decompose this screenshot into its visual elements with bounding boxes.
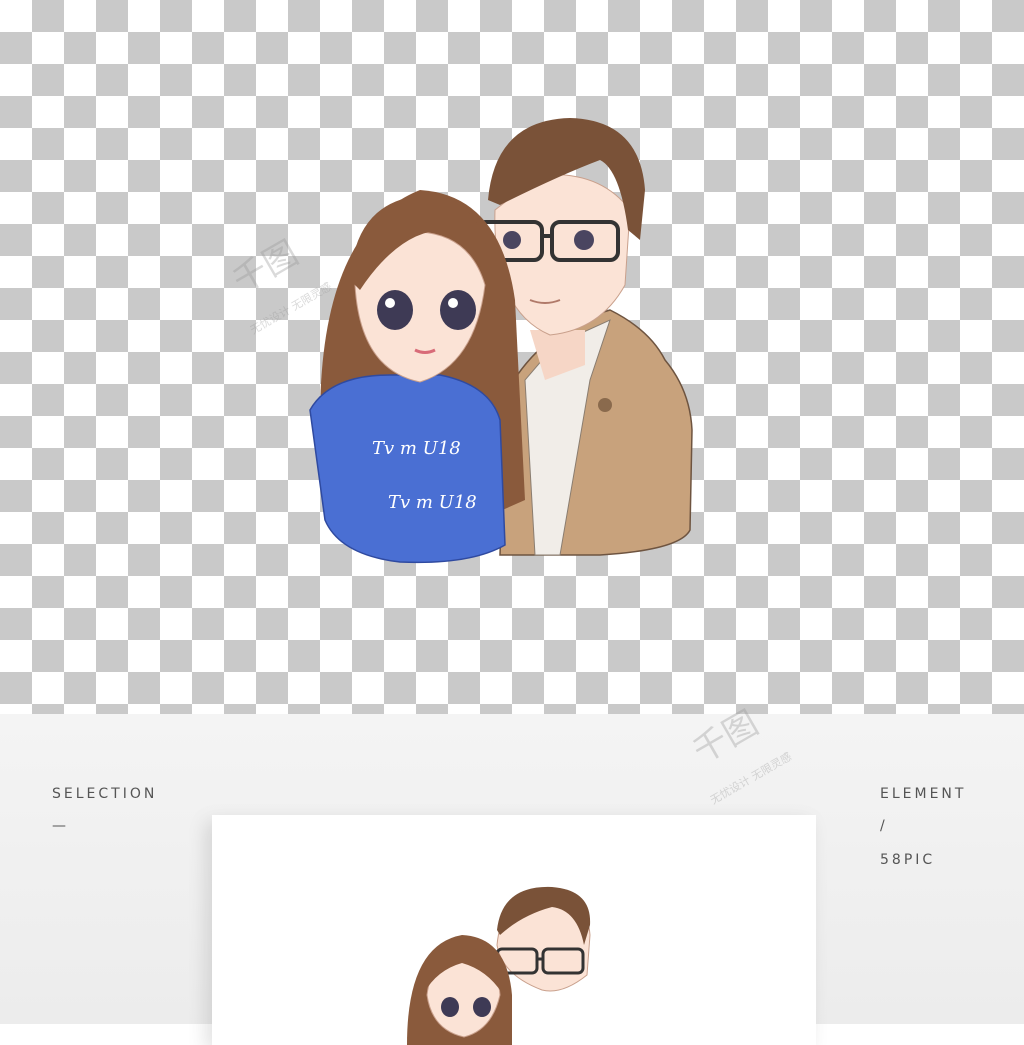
selection-dash: — — [52, 818, 69, 834]
element-slash: / — [880, 818, 888, 834]
element-label: ELEMENT — [880, 786, 967, 802]
preview-card — [212, 815, 816, 1045]
sweater-text-line2: Tv m U18 — [388, 492, 477, 513]
brand-label: 58PIC — [880, 852, 936, 868]
selection-label: SELECTION — [52, 786, 158, 802]
sweater-text-line1: Tv m U18 — [372, 438, 461, 459]
couple-illustration — [309, 118, 693, 564]
preview-couple-illustration — [407, 886, 591, 1045]
